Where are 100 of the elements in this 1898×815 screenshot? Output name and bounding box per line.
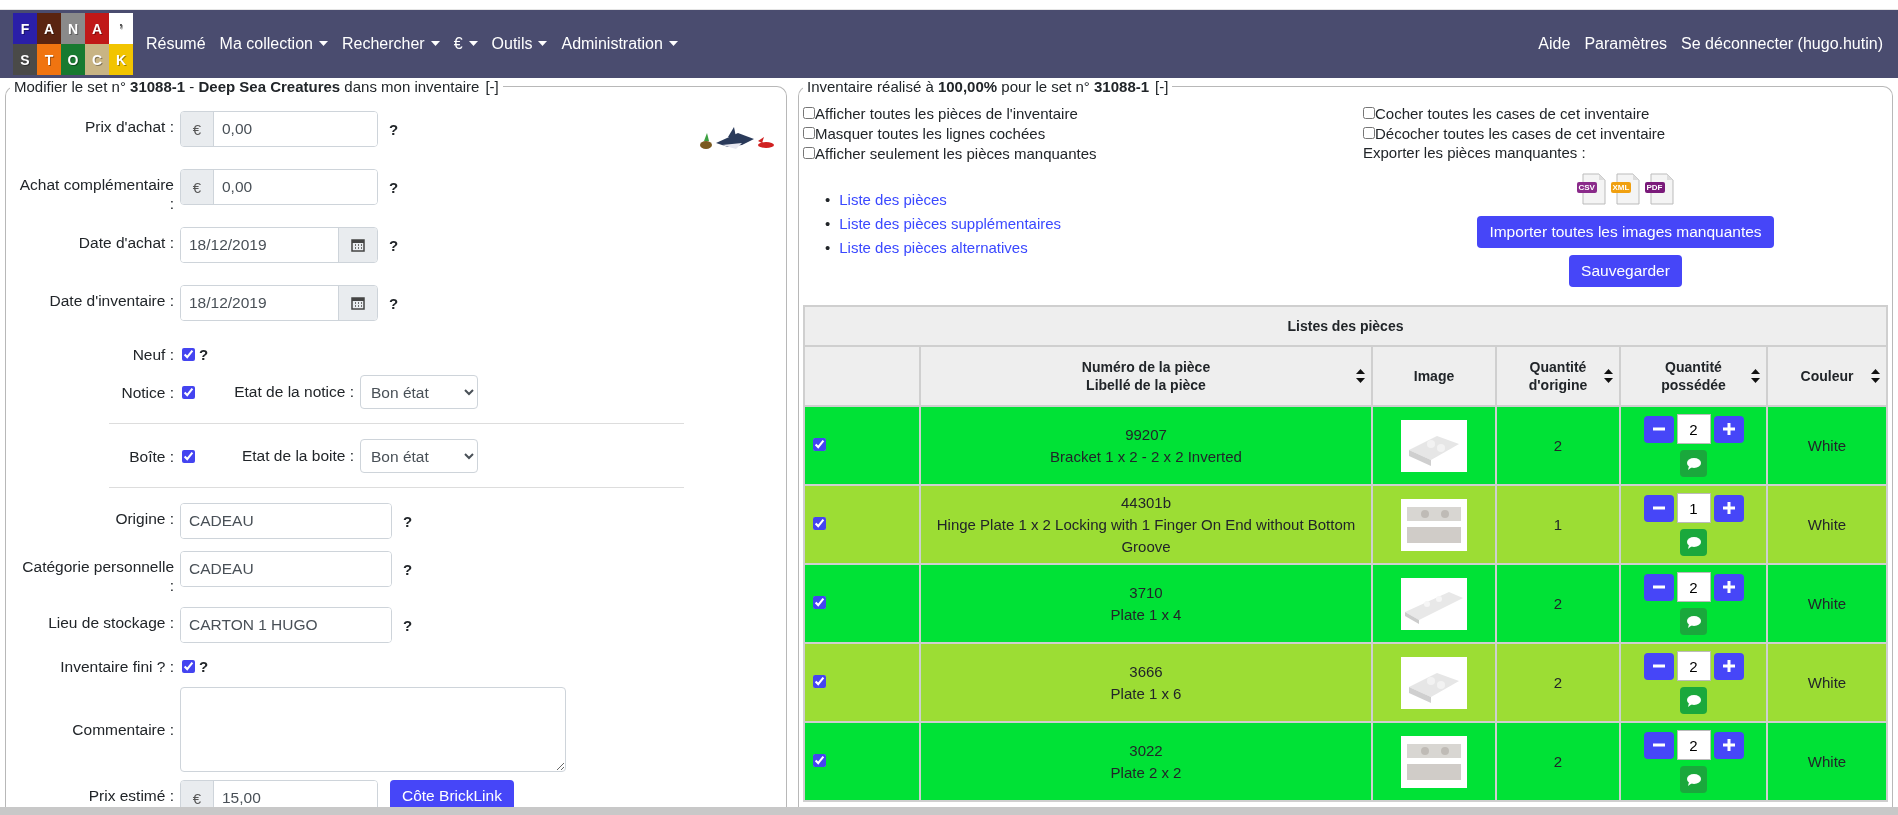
price-field[interactable]: € 0,00 (180, 169, 378, 205)
menu-item[interactable]: Rechercher (334, 35, 447, 53)
comment-button[interactable] (1680, 450, 1707, 477)
increase-button[interactable] (1713, 652, 1744, 680)
checkbox[interactable] (182, 385, 195, 399)
menu-item[interactable]: Administration (554, 35, 685, 53)
checkbox[interactable] (1363, 107, 1375, 119)
help-icon[interactable]: ? (199, 345, 209, 363)
decrease-button[interactable] (1643, 731, 1674, 759)
sort-icon[interactable] (1604, 369, 1613, 383)
increase-button[interactable] (1713, 731, 1744, 759)
section-link[interactable]: Liste des pièces supplémentaires (839, 212, 1062, 236)
menu-item[interactable]: Résumé (139, 35, 213, 53)
quantity-field[interactable]: 2 (1676, 730, 1711, 760)
help-icon[interactable]: ? (403, 513, 413, 530)
help-icon[interactable]: ? (389, 237, 399, 254)
logo-tile[interactable]: F (13, 13, 37, 44)
checkbox[interactable] (182, 659, 195, 673)
field-label: Achat complémentaire : (18, 175, 175, 213)
menu-item[interactable]: Aide (1531, 35, 1578, 53)
menu-item[interactable]: Se déconnecter (hugo.hutin) (1674, 35, 1890, 53)
field-label: Date d'inventaire : (48, 291, 175, 310)
increase-button[interactable] (1713, 415, 1744, 443)
quantity-field[interactable]: 2 (1676, 414, 1711, 444)
help-icon[interactable]: ? (389, 179, 399, 196)
help-icon[interactable]: ? (389, 121, 399, 138)
checkbox[interactable] (813, 754, 826, 767)
speech-bubble-icon (1686, 773, 1701, 786)
condition-select[interactable]: Bon état (360, 375, 478, 409)
column-header[interactable]: Quantité possédée (1620, 346, 1767, 406)
plus-icon (1722, 502, 1735, 514)
checkbox[interactable] (182, 347, 195, 361)
field-label: Commentaire : (71, 720, 175, 739)
checkbox[interactable] (813, 438, 826, 451)
increase-button[interactable] (1713, 494, 1744, 522)
decrease-button[interactable] (1643, 494, 1674, 522)
text-field[interactable]: CADEAU (180, 503, 392, 539)
field-label: Etat de la notice : (233, 383, 355, 401)
column-header[interactable]: Couleur (1767, 346, 1887, 406)
checkbox[interactable] (1363, 127, 1375, 139)
sort-icon[interactable] (1871, 369, 1880, 383)
quantity-field[interactable]: 2 (1676, 572, 1711, 602)
action-button[interactable]: Importer toutes les images manquantes (1477, 216, 1774, 248)
caret-icon (538, 41, 548, 47)
comment-button[interactable] (1680, 687, 1707, 714)
logo-tile[interactable]: S (13, 44, 37, 75)
date-field[interactable]: 18/12/2019 (180, 285, 378, 321)
comment-button[interactable] (1680, 766, 1707, 793)
part-number: 3710 (1128, 582, 1164, 603)
checkbox[interactable] (813, 596, 826, 609)
date-field[interactable]: 18/12/2019 (180, 227, 378, 263)
checkbox[interactable] (813, 517, 826, 530)
caret-icon (430, 41, 440, 47)
logo-tile[interactable]: A (85, 13, 109, 44)
condition-select[interactable]: Bon état (360, 439, 478, 473)
help-icon[interactable]: ? (389, 295, 399, 312)
comment-button[interactable] (1680, 529, 1707, 556)
section-link[interactable]: Liste des pièces alternatives (839, 236, 1028, 260)
increase-button[interactable] (1713, 573, 1744, 601)
price-field[interactable]: € 15,00 (180, 780, 378, 807)
bricklink-button[interactable]: Côte BrickLink (390, 780, 514, 807)
section-link[interactable]: Liste des pièces (839, 188, 947, 212)
quantity-text: 2 (1552, 751, 1564, 772)
decrease-button[interactable] (1643, 415, 1674, 443)
logo-tile[interactable]: A (37, 13, 61, 44)
text-field[interactable]: CARTON 1 HUGO (180, 607, 392, 643)
logo-tile[interactable]: ’ (109, 13, 133, 44)
help-icon[interactable]: ? (199, 657, 209, 675)
checkbox[interactable] (803, 127, 815, 139)
help-icon[interactable]: ? (403, 561, 413, 578)
scrollbar[interactable] (0, 807, 1898, 815)
menu-item[interactable]: Ma collection (212, 35, 335, 53)
quantity-field[interactable]: 2 (1676, 651, 1711, 681)
price-field[interactable]: € 0,00 (180, 111, 378, 147)
text-field[interactable]: CADEAU (180, 551, 392, 587)
field-label: Neuf : (131, 344, 175, 364)
menu-item[interactable]: Outils (484, 35, 555, 53)
comment-field[interactable] (180, 687, 566, 772)
collapse-toggle[interactable]: [-] (485, 79, 499, 95)
checkbox[interactable] (803, 147, 815, 159)
calendar-icon (351, 296, 365, 310)
decrease-button[interactable] (1643, 652, 1674, 680)
sort-icon[interactable] (1751, 369, 1760, 383)
checkbox[interactable] (182, 449, 195, 463)
plus-icon (1722, 739, 1735, 751)
logo-tile[interactable]: O (61, 44, 85, 75)
menu-item[interactable]: Paramètres (1577, 35, 1675, 53)
sort-icon[interactable] (1356, 369, 1365, 383)
decrease-button[interactable] (1643, 573, 1674, 601)
collapse-toggle[interactable]: [-] (1155, 79, 1169, 95)
menu-item[interactable]: € (446, 35, 485, 53)
action-button[interactable]: Sauvegarder (1569, 255, 1682, 287)
checkbox[interactable] (803, 107, 815, 119)
column-header[interactable]: Numéro de la pièce Libellé de la pièce (920, 346, 1372, 406)
help-icon[interactable]: ? (403, 617, 413, 634)
checkbox[interactable] (813, 675, 826, 688)
comment-button[interactable] (1680, 608, 1707, 635)
color-name: White (1806, 593, 1848, 614)
column-header[interactable]: Quantité d'origine (1496, 346, 1620, 406)
quantity-field[interactable]: 1 (1676, 493, 1711, 523)
